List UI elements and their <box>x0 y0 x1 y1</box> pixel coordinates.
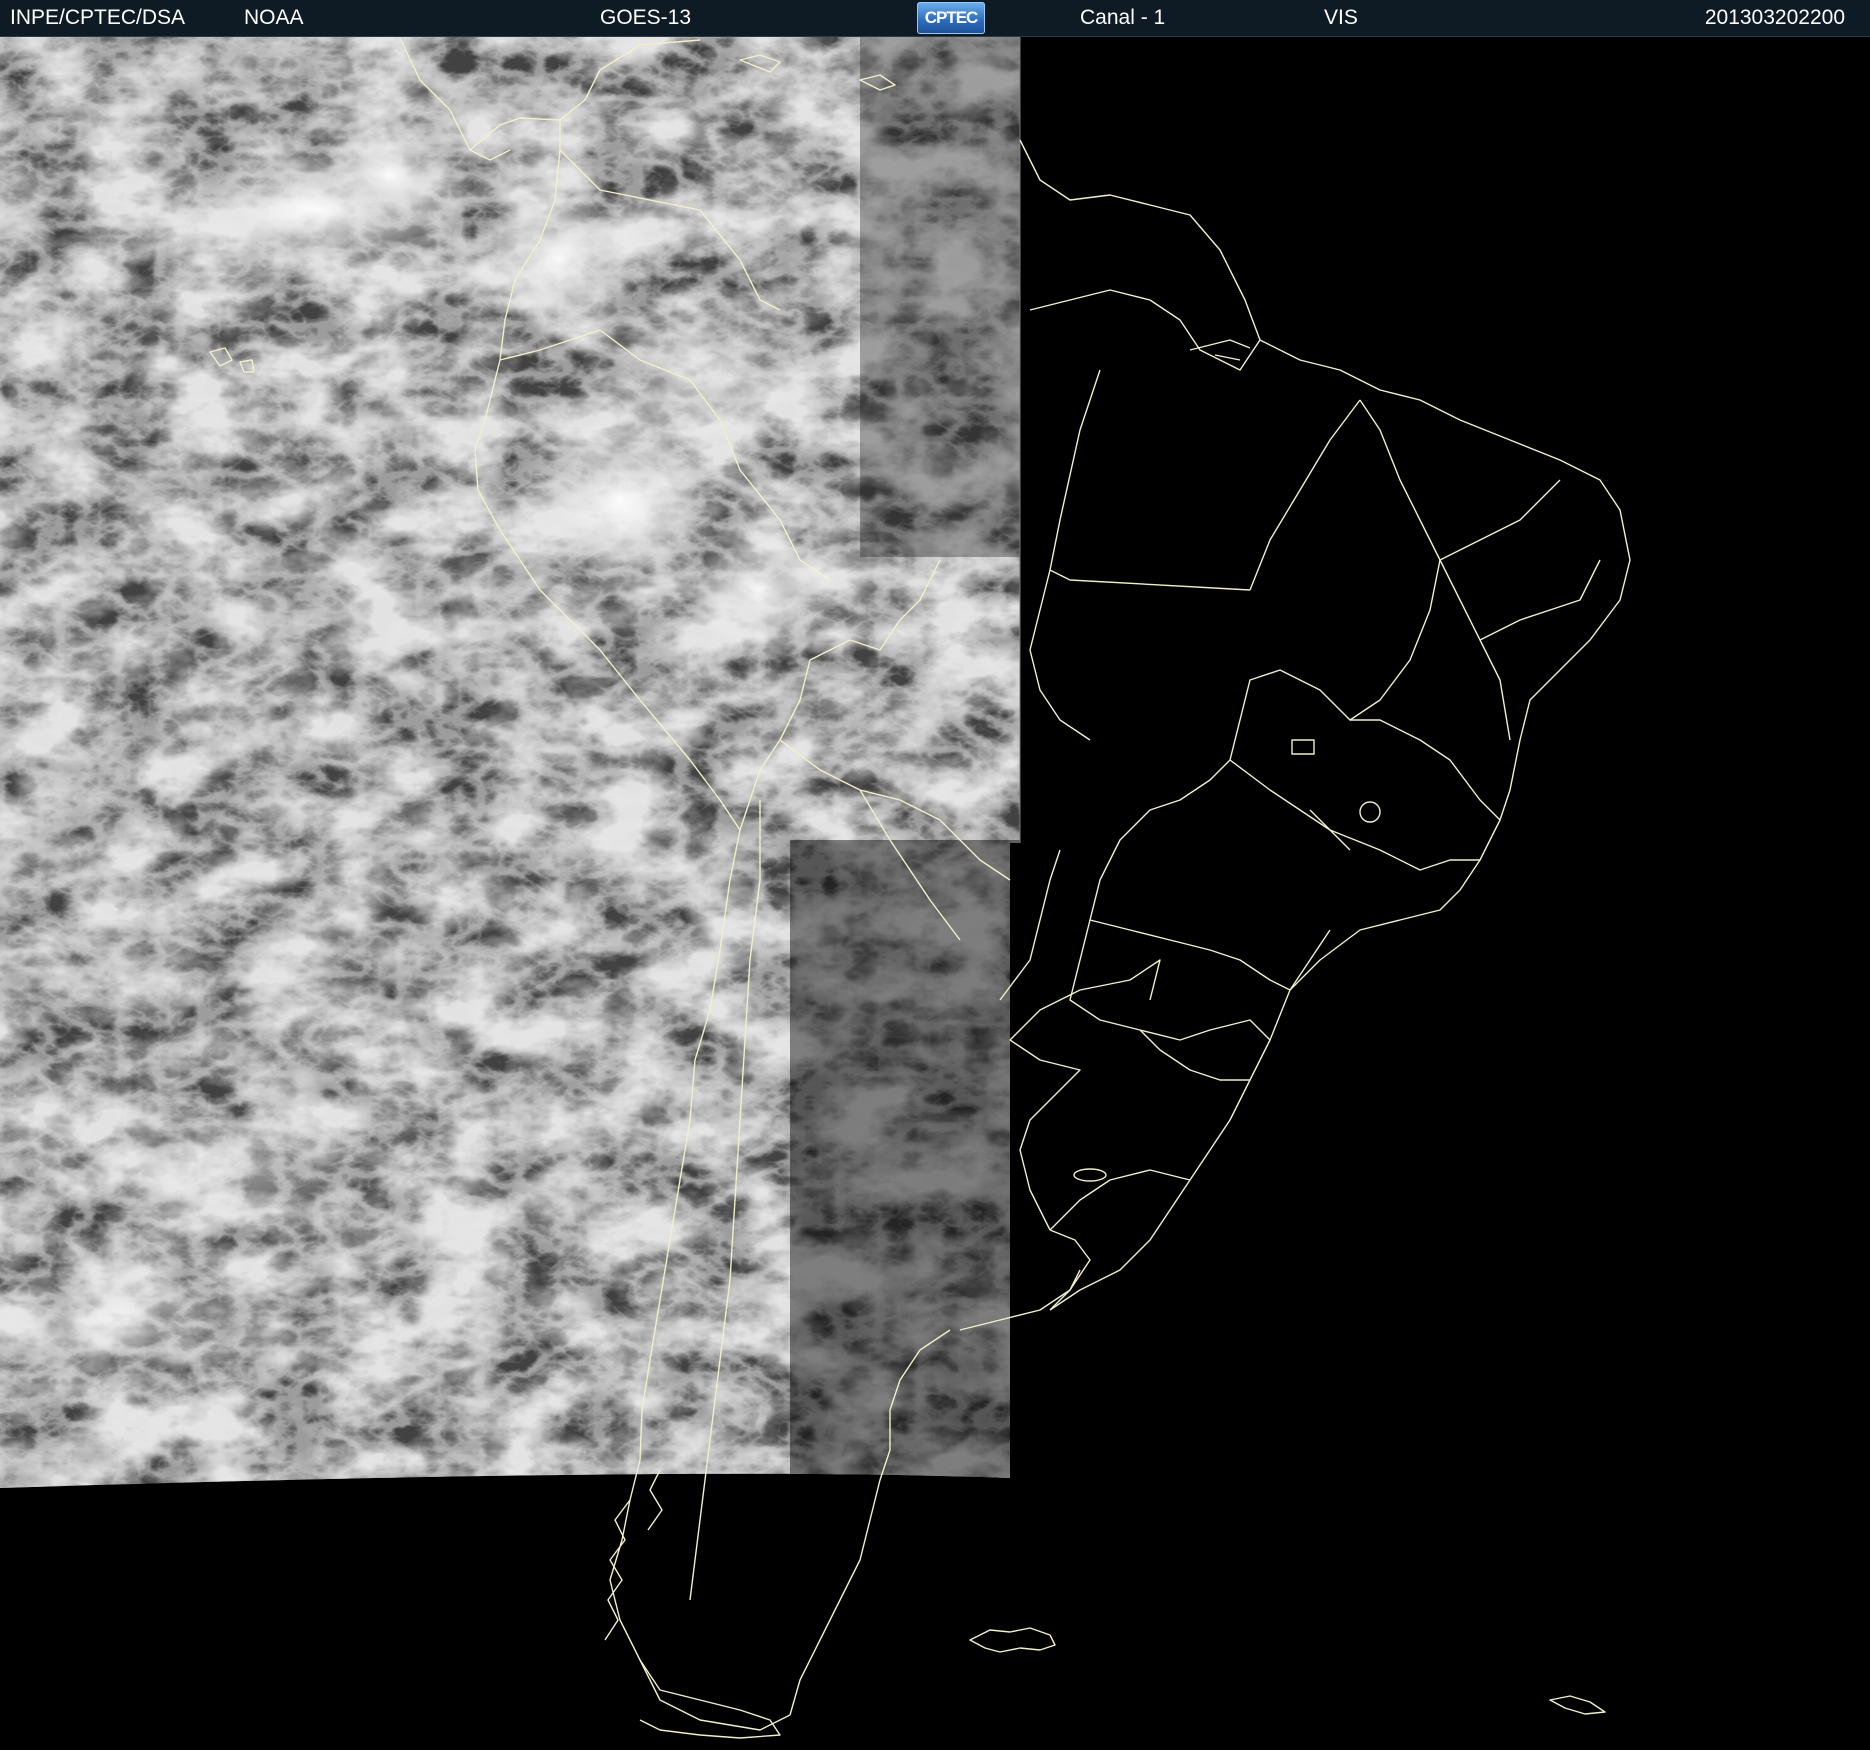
satellite-image <box>0 37 1631 1739</box>
organization-label: INPE/CPTEC/DSA <box>10 6 186 29</box>
band-label: VIS <box>1324 6 1358 29</box>
channel-label: Canal - 1 <box>1080 6 1166 29</box>
satellite-label: GOES-13 <box>600 6 692 29</box>
cptec-logo: CPTEC <box>917 2 985 34</box>
timestamp-label: 201303202200 <box>1704 6 1845 29</box>
satellite-map <box>0 37 1870 1750</box>
agency-label: NOAA <box>244 6 304 29</box>
cloud-imagery <box>0 37 1020 1488</box>
header-bar: INPE/CPTEC/DSA NOAA GOES-13 CPTEC Canal … <box>0 0 1870 37</box>
